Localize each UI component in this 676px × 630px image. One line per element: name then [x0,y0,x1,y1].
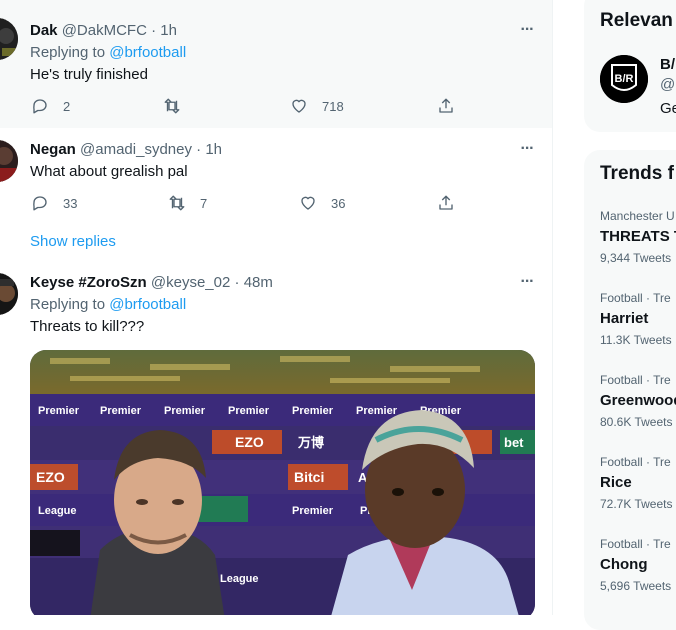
tweet-header: Keyse #ZoroSzn @keyse_02 · 48m [30,274,273,291]
heart-icon [299,194,317,212]
br-logo-text: B/R [615,73,634,85]
trends-title: Trends f [600,163,674,184]
replying-to: Replying to @brfootball [30,44,186,61]
trend-context: Football · Tre [600,373,671,387]
tweet-text: What about grealish pal [30,163,188,180]
trend-name[interactable]: Chong [600,556,647,573]
board-text: 万博 [297,435,324,450]
relevant-people-title: Relevan [600,10,673,31]
board-text: Premier [38,405,80,417]
trend-tweet-count: 11.3K Tweets [600,333,672,347]
share-icon [437,97,455,115]
board-text: Premier [164,405,206,417]
share-icon [437,194,455,212]
trend-context: Football · Tre [600,291,671,305]
account-handle[interactable]: @b [660,76,676,93]
avatar[interactable] [0,273,18,315]
like-button[interactable]: 36 [299,194,345,212]
like-count: 718 [322,98,344,114]
tweet-header: Negan @amadi_sydney · 1h [30,141,222,158]
avatar[interactable] [0,18,18,60]
heart-icon [290,97,308,115]
replying-to-handle[interactable]: @brfootball [109,44,186,61]
replying-to-label: Replying to [30,296,106,313]
author-handle[interactable]: @amadi_sydney [80,141,192,158]
more-options-icon[interactable]: ··· [516,141,538,157]
board-text: Premier [228,405,270,417]
timestamp[interactable]: 48m [244,274,273,291]
share-button[interactable] [437,97,455,115]
account-name[interactable]: B/ [660,56,675,73]
separator: · [234,274,240,291]
replying-to: Replying to @brfootball [30,296,186,313]
board-text: Premier [100,405,142,417]
board-text: League [38,505,77,517]
author-handle[interactable]: @DakMCFC [62,22,147,39]
trend-context: Football · Tre [600,537,671,551]
trend-name[interactable]: Harriet [600,310,648,327]
tweet-text: He's truly finished [30,66,148,83]
reply-icon [31,97,49,115]
more-options-icon[interactable]: ··· [516,22,538,38]
trend-tweet-count: 5,696 Tweets [600,579,672,593]
reply-icon [31,194,49,212]
timestamp[interactable]: 1h [205,141,222,158]
retweet-button[interactable] [163,97,195,115]
author-name[interactable]: Negan [30,141,76,158]
show-replies-link[interactable]: Show replies [30,233,116,250]
trend-tweet-count: 72.7K Tweets [600,497,673,511]
account-bio: Ge [660,100,676,117]
media-photo: Premier Premier Premier Premier Premier … [30,350,535,615]
trend-context: Football · Tre [600,455,671,469]
trend-name[interactable]: Rice [600,474,632,491]
board-text: League [220,573,259,585]
reply-count: 2 [63,98,71,114]
trend-context: Manchester U [600,209,675,223]
board-text: Premier [292,405,334,417]
reply-count: 33 [63,195,78,211]
author-handle[interactable]: @keyse_02 [151,274,230,291]
trend-name[interactable]: THREATS T [600,228,676,245]
tweet[interactable]: Negan @amadi_sydney · 1h ··· What about … [0,128,552,262]
reply-button[interactable]: 2 [31,97,70,115]
author-name[interactable]: Dak [30,22,58,39]
board-text: Bitci [294,469,324,485]
like-count: 36 [331,195,346,211]
more-options-icon[interactable]: ··· [516,274,538,290]
separator: · [151,22,157,39]
replying-to-handle[interactable]: @brfootball [109,296,186,313]
tweet[interactable]: Dak @DakMCFC · 1h ··· Replying to @brfoo… [0,0,552,129]
tweet-text: Threats to kill??? [30,318,145,335]
board-text: Premier [356,405,398,417]
tweet-header: Dak @DakMCFC · 1h [30,22,177,39]
retweet-icon [163,97,181,115]
trend-tweet-count: 80.6K Tweets [600,415,673,429]
board-text: Premier [292,505,334,517]
like-button[interactable]: 718 [290,97,344,115]
tweet-media-image[interactable]: Premier Premier Premier Premier Premier … [30,350,535,615]
board-text: bet [504,435,524,450]
replying-to-label: Replying to [30,44,106,61]
retweet-button[interactable]: 7 [168,194,207,212]
trend-name[interactable]: Greenwood [600,392,676,409]
separator: · [196,141,202,158]
retweet-count: 7 [200,195,208,211]
reply-button[interactable]: 33 [31,194,77,212]
retweet-icon [168,194,186,212]
board-text: EZO [235,434,264,450]
board-text: EZO [36,469,65,485]
share-button[interactable] [437,194,455,212]
trend-tweet-count: 9,344 Tweets [600,251,672,265]
timeline: Dak @DakMCFC · 1h ··· Replying to @brfoo… [0,0,553,615]
timestamp[interactable]: 1h [160,22,177,39]
account-avatar[interactable]: B/R [600,55,648,103]
author-name[interactable]: Keyse #ZoroSzn [30,274,147,291]
avatar[interactable] [0,140,18,182]
